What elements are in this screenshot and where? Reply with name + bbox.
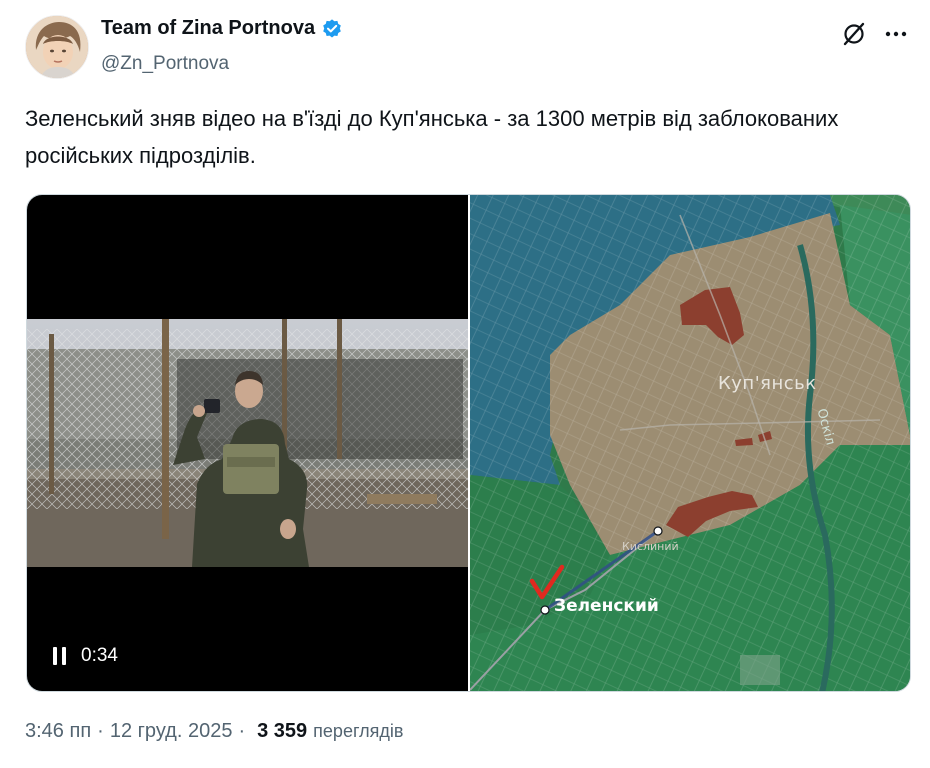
video-timer: 0:34 [81,645,118,666]
video-player[interactable]: 0:34 [27,195,468,691]
media-container[interactable]: 0:34 Куп'янськ Оскіл Кислиний Зеленский [26,194,911,692]
map-village-label: Кислиний [622,540,679,553]
verified-badge-icon [321,18,343,40]
grok-icon[interactable] [841,21,867,47]
tweet-header: Team of Zina Portnova @Zn_Portnova [25,15,915,79]
more-options-icon[interactable] [881,19,911,49]
map-city-label: Куп'янськ [718,373,817,394]
tweet-date[interactable]: 12 груд. 2025 [110,720,233,743]
name-row: Team of Zina Portnova [101,17,343,40]
meta-separator-2: · [238,720,246,742]
avatar-portrait [26,16,88,78]
map-image[interactable]: Куп'янськ Оскіл Кислиний Зеленский [470,195,910,691]
views-label: переглядів [313,721,404,741]
video-frame [27,319,468,567]
map-graphic [470,195,910,691]
pause-icon[interactable] [53,647,67,665]
display-name[interactable]: Team of Zina Portnova [101,17,315,40]
meta-separator: · [97,720,104,742]
tweet-time[interactable]: 3:46 пп [25,720,91,743]
tweet-text: Зеленський зняв відео на в'їзді до Куп'я… [25,106,839,168]
avatar[interactable] [25,15,89,79]
author-handle[interactable]: @Zn_Portnova [101,53,229,75]
views-count: 3 359 [257,720,308,742]
video-controls: 0:34 [53,645,118,667]
map-place-label: Зеленский [554,596,659,616]
tweet-meta: 3:46 пп · 12 груд. 2025 · 3 359 перегляд… [25,720,403,743]
